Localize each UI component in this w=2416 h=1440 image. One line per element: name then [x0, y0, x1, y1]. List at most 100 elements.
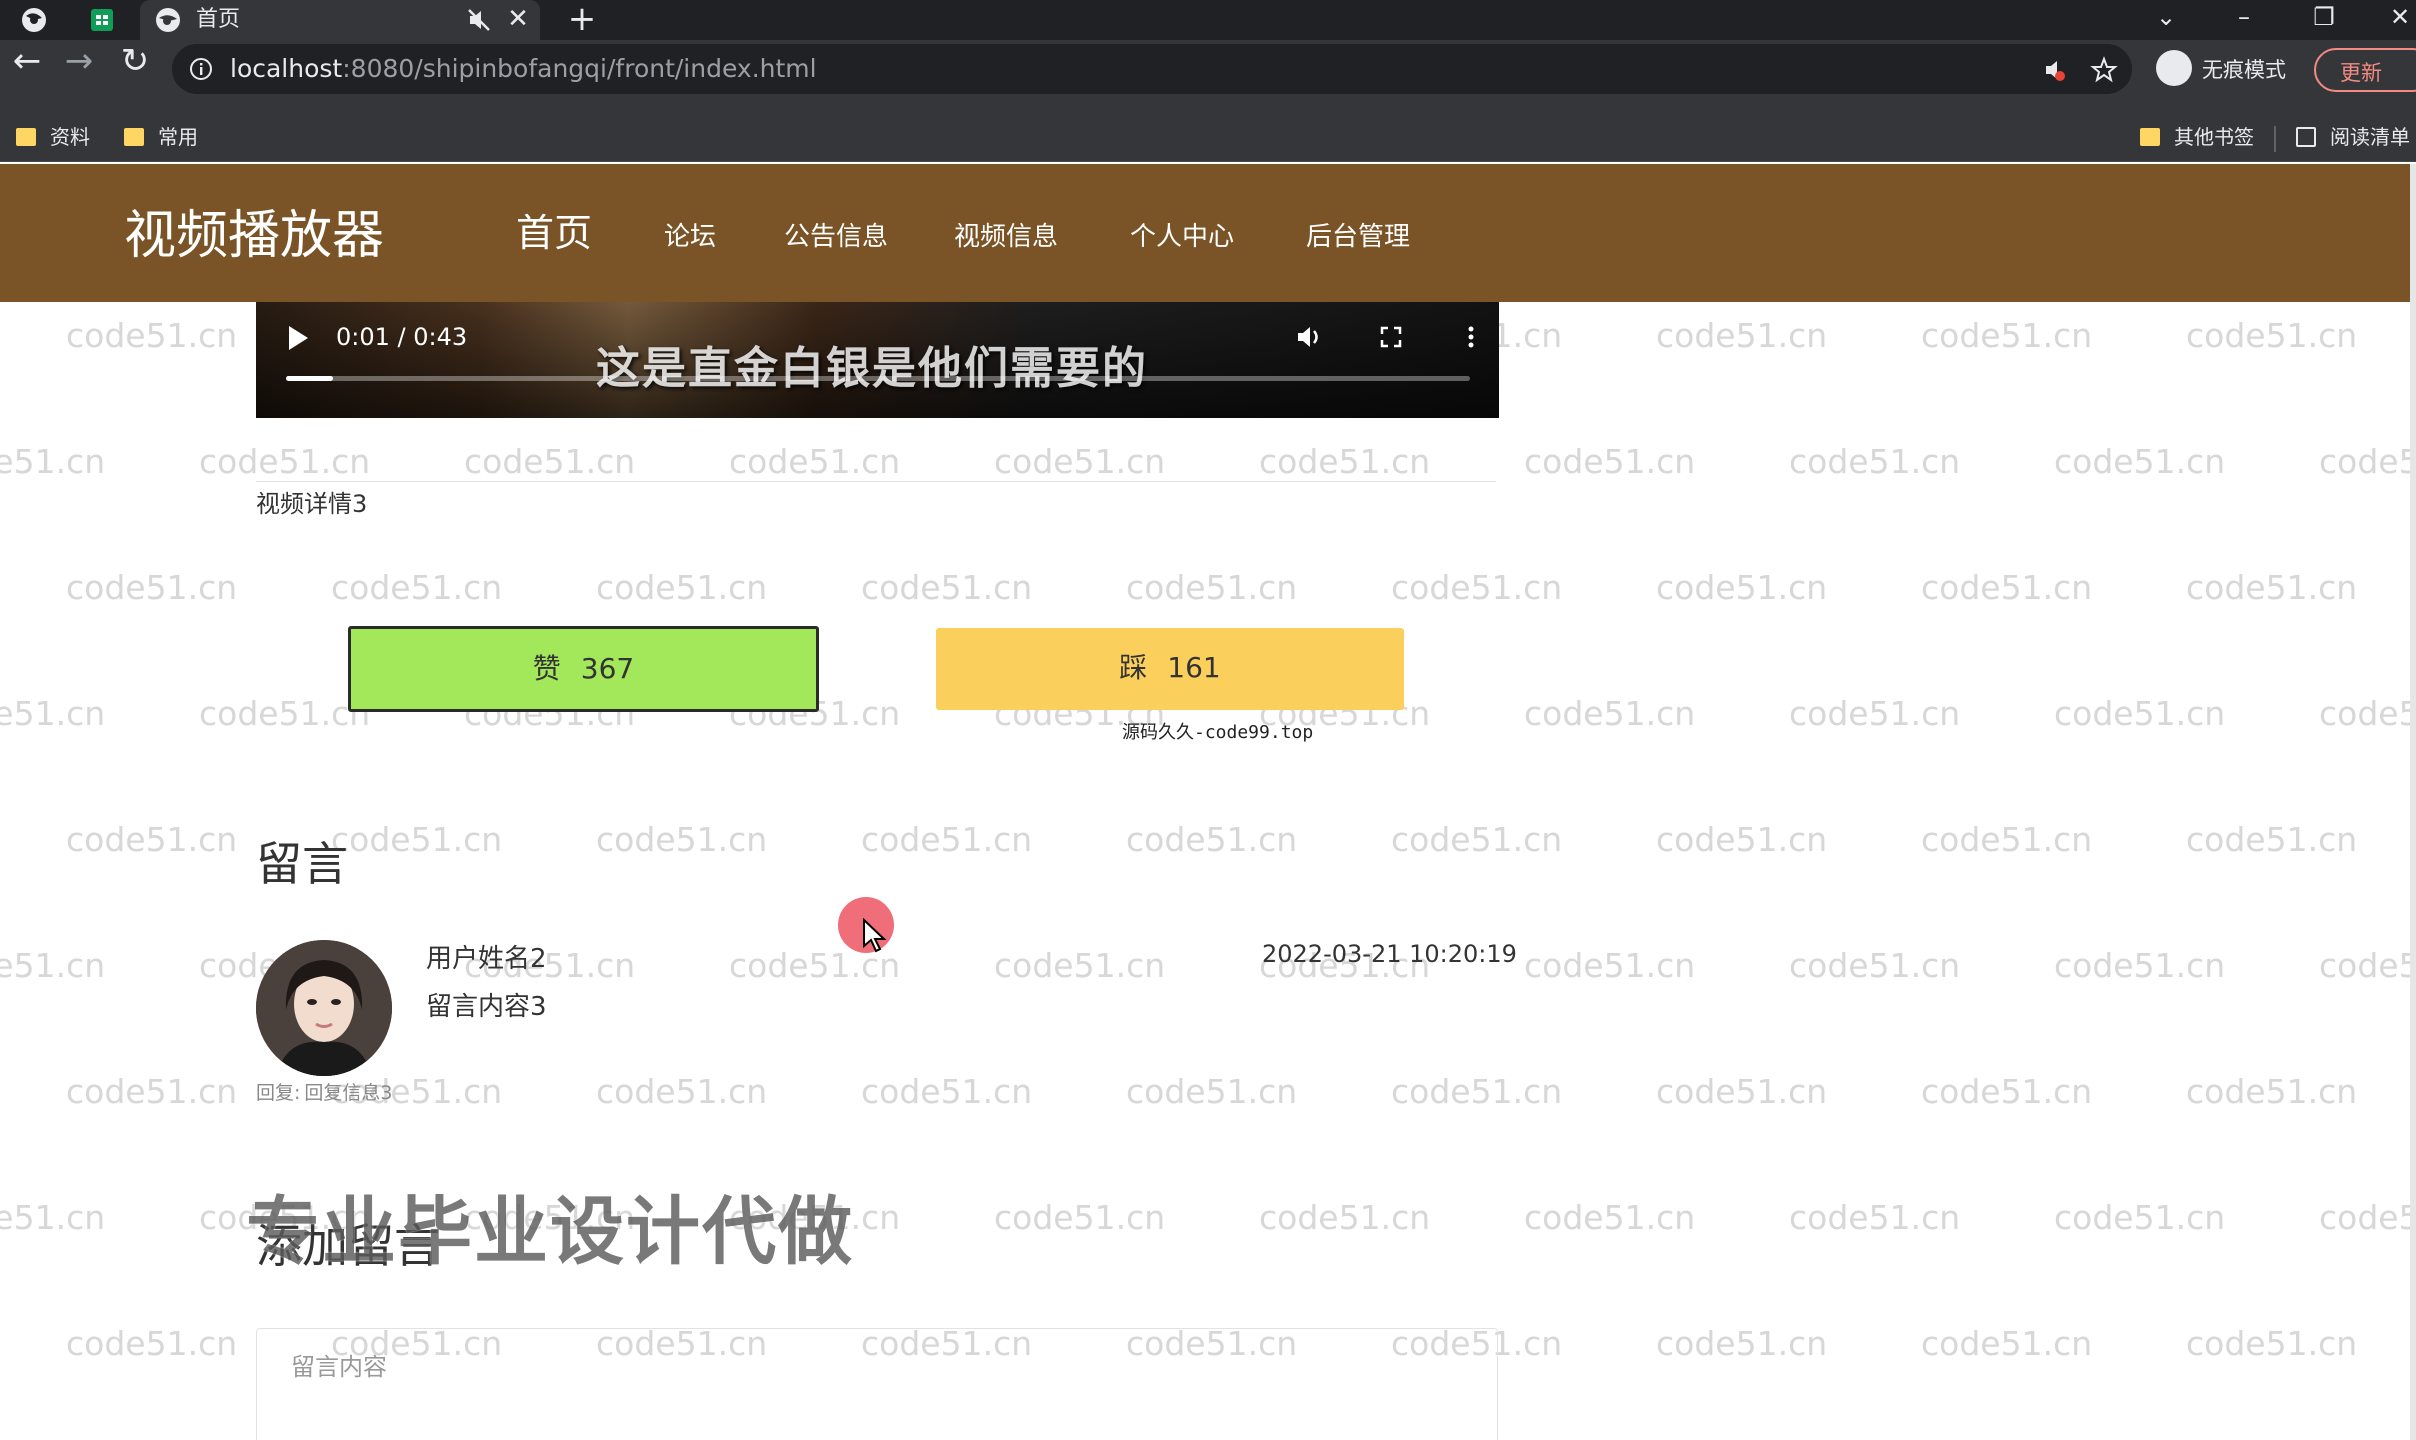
comment-username: 用户姓名2	[426, 944, 547, 974]
bookmark-label: 其他书签	[2174, 125, 2254, 149]
watermark-text: code51.cn	[1921, 1324, 2093, 1363]
page-scrollbar[interactable]	[2410, 164, 2416, 1440]
reply-text: 回复信息3	[304, 1082, 393, 1104]
tab-search-icon[interactable]: ⌄	[2140, 0, 2192, 36]
video-progress-fill	[286, 376, 334, 381]
watermark-text: code51.cn	[2319, 946, 2410, 985]
video-player[interactable]: 这是直金白银是他们需要的 0:01 / 0:43	[256, 302, 1499, 418]
dislike-label: 踩	[1119, 651, 1148, 684]
watermark-text: code51.cn	[1391, 1072, 1563, 1111]
watermark-text: code51.cn	[861, 820, 1033, 859]
nav-announcements[interactable]: 公告信息	[784, 220, 888, 254]
comment-timestamp: 2022-03-21 10:20:19	[1262, 940, 1517, 968]
bookmark-label: 常用	[158, 125, 198, 149]
folder-icon	[2140, 128, 2160, 146]
play-icon[interactable]	[286, 324, 310, 352]
watermark-text: code51.cn	[66, 568, 238, 607]
watermark-text: code51.cn	[1789, 1198, 1961, 1237]
close-tab-icon[interactable]: ✕	[504, 4, 532, 34]
watermark-text: code51.cn	[596, 1072, 768, 1111]
nav-admin[interactable]: 后台管理	[1306, 220, 1410, 254]
minimize-icon[interactable]: –	[2218, 0, 2270, 36]
watermark-text: code51.cn	[1524, 946, 1696, 985]
watermark-text: code51.cn	[2186, 1072, 2358, 1111]
watermark-text: code51.cn	[861, 1072, 1033, 1111]
nav-home[interactable]: 首页	[516, 208, 592, 258]
watermark-text: code51.cn	[1259, 442, 1431, 481]
dislike-button[interactable]: 踩 161	[936, 628, 1404, 710]
bookmark-folder-ziliao[interactable]: 资料	[16, 122, 90, 152]
avatar	[256, 940, 392, 1076]
incognito-icon	[2156, 50, 2192, 86]
reload-icon[interactable]: ↻	[116, 42, 154, 80]
watermark-text: code51.cn	[994, 442, 1166, 481]
star-icon[interactable]	[2090, 56, 2118, 84]
like-button[interactable]: 赞 367	[348, 626, 819, 712]
bookmark-separator	[2274, 126, 2276, 152]
watermark-text: code51.cn	[1126, 820, 1298, 859]
address-bar[interactable]: localhost:8080/shipinbofangqi/front/inde…	[172, 44, 2132, 94]
folder-icon	[16, 128, 36, 146]
watermark-text: code51.cn	[1656, 1072, 1828, 1111]
watermark-text: code51.cn	[1524, 694, 1696, 733]
url-host: localhost	[230, 54, 343, 83]
watermark-text: code51.cn	[2319, 1198, 2410, 1237]
like-count: 367	[580, 652, 635, 685]
watermark-text: code51.cn	[729, 442, 901, 481]
watermark-text: code51.cn	[0, 946, 106, 985]
watermark-text: code51.cn	[2319, 694, 2410, 733]
tab-title: 首页	[196, 7, 241, 32]
comment-textarea-placeholder: 留言内容	[291, 1353, 387, 1381]
info-icon[interactable]	[188, 56, 214, 82]
fullscreen-icon[interactable]	[1376, 322, 1406, 352]
sheets-tab-icon[interactable]	[88, 6, 116, 34]
window-close-icon[interactable]: ✕	[2374, 0, 2416, 36]
mute-icon[interactable]	[466, 7, 492, 33]
watermark-text: code51.cn	[2054, 946, 2226, 985]
forward-icon[interactable]: →	[60, 42, 98, 80]
video-progress-bar[interactable]	[286, 376, 1470, 381]
reply-label: 回复:	[256, 1082, 301, 1104]
watermark-text: code51.cn	[1921, 316, 2093, 355]
blocked-popup-icon[interactable]	[2040, 56, 2068, 84]
comments-title: 留言	[256, 837, 348, 891]
incognito-profile[interactable]: 无痕模式	[2152, 42, 2304, 94]
comment-textarea[interactable]: 留言内容	[256, 1328, 1498, 1440]
bookmark-folder-changyong[interactable]: 常用	[124, 122, 198, 152]
nav-profile[interactable]: 个人中心	[1130, 220, 1234, 254]
watermark-text: code51.cn	[994, 946, 1166, 985]
dislike-button-label: 踩 161	[936, 628, 1404, 710]
back-icon[interactable]: ←	[8, 42, 46, 80]
watermark-text: code51.cn	[464, 442, 636, 481]
bookmarks-bar: 资料 常用 其他书签 阅读清单	[0, 116, 2416, 162]
watermark-text: code51.cn	[1259, 1198, 1431, 1237]
watermark-text: code51.cn	[1656, 568, 1828, 607]
watermark-text: code51.cn	[66, 1324, 238, 1363]
nav-videos[interactable]: 视频信息	[954, 220, 1058, 254]
restore-icon[interactable]: ❐	[2298, 0, 2350, 36]
bookmark-label: 资料	[50, 125, 90, 149]
nav-forum[interactable]: 论坛	[664, 220, 716, 254]
reading-list[interactable]: 阅读清单	[2296, 122, 2410, 152]
folder-icon	[124, 128, 144, 146]
watermark-text: code51.cn	[994, 1198, 1166, 1237]
watermark-text: code51.cn	[1391, 568, 1563, 607]
watermark-text: code51.cn	[2319, 442, 2410, 481]
browser-menu-icon[interactable]	[20, 6, 48, 34]
new-tab-icon[interactable]: +	[566, 2, 598, 36]
more-options-icon[interactable]	[1456, 322, 1486, 352]
comment-reply: 回复: 回复信息3	[256, 1080, 393, 1106]
mouse-cursor-icon	[863, 918, 887, 953]
watermark-text: code51.cn	[2186, 316, 2358, 355]
bookmark-folder-other[interactable]: 其他书签	[2140, 122, 2254, 152]
watermark-text: code51.cn	[1656, 1324, 1828, 1363]
profile-label: 无痕模式	[2202, 58, 2286, 82]
volume-icon[interactable]	[1294, 322, 1324, 352]
watermark-text: code51.cn	[2054, 1198, 2226, 1237]
watermark-text: code51.cn	[1921, 568, 2093, 607]
watermark-text: code51.cn	[1789, 694, 1961, 733]
watermark-text: code51.cn	[66, 1072, 238, 1111]
update-button[interactable]: 更新	[2314, 48, 2416, 92]
watermark-text: code51.cn	[2186, 568, 2358, 607]
url-text[interactable]: localhost:8080/shipinbofangqi/front/inde…	[230, 54, 817, 84]
